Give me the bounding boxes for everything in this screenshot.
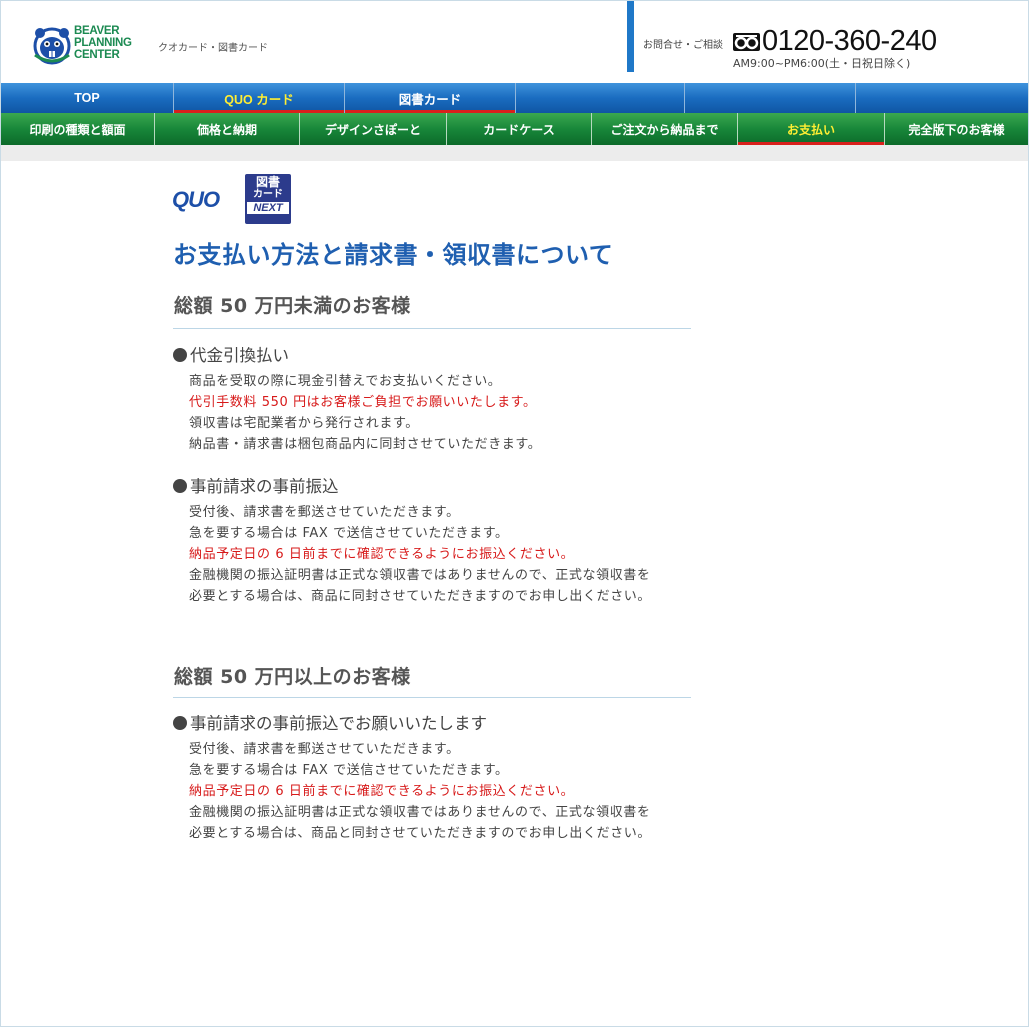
page-title: お支払い方法と請求書・領収書について xyxy=(173,241,614,269)
tosho-logo-line-3: NEXT xyxy=(247,202,289,214)
nav-subbar xyxy=(1,145,1028,161)
payment-note: 必要とする場合は、商品に同封させていただきますのでお申し出ください。 xyxy=(189,589,652,604)
top-nav-label: 図書カード xyxy=(398,92,462,107)
payment-method-title: 事前請求の事前振込でお願いいたします xyxy=(190,714,487,733)
section-nav-label: お支払い xyxy=(786,122,835,137)
logo-wordmark: BEAVER PLANNING CENTER xyxy=(74,25,132,61)
payment-note: 金融機関の振込証明書は正式な領収書ではありませんので、正式な領収書を xyxy=(189,805,651,820)
page-frame: BEAVER PLANNING CENTER クオカード・図書カード お問合せ・… xyxy=(0,0,1029,1027)
payment-note: 受付後、請求書を郵送させていただきます。 xyxy=(189,505,460,520)
top-nav-empty-2[interactable] xyxy=(685,83,856,113)
site-tagline: クオカード・図書カード xyxy=(158,43,268,54)
payment-note: 必要とする場合は、商品と同封させていただきますのでお申し出ください。 xyxy=(189,826,652,841)
section-nav-label: 印刷の種類と額面 xyxy=(29,122,126,137)
payment-note: 急を要する場合は FAX で送信させていただきます。 xyxy=(189,763,509,778)
payment-note: 商品を受取の際に現金引替えでお支払いください。 xyxy=(189,374,502,389)
section-nav-label: カードケース xyxy=(483,122,555,137)
payment-note-important: 代引手数料 550 円はお客様ご負担でお願いいたします。 xyxy=(189,395,537,410)
header-divider xyxy=(627,1,634,72)
logo-line-3: CENTER xyxy=(74,49,120,61)
payment-note: 急を要する場合は FAX で送信させていただきます。 xyxy=(189,526,509,541)
nav-card-case[interactable]: カードケース xyxy=(447,113,592,145)
nav-payment[interactable]: お支払い xyxy=(738,113,885,145)
section-nav-label: 価格と納期 xyxy=(196,122,257,137)
nav-order-flow[interactable]: ご注文から納品まで xyxy=(592,113,738,145)
section-nav-label: ご注文から納品まで xyxy=(610,122,719,137)
bullet-icon xyxy=(173,479,187,493)
payment-note: 受付後、請求書を郵送させていただきます。 xyxy=(189,742,460,757)
site-logo[interactable]: BEAVER PLANNING CENTER xyxy=(32,23,142,67)
top-nav-quo-card[interactable]: QUO カード xyxy=(174,83,345,113)
top-nav-empty-3[interactable] xyxy=(856,83,1028,113)
section-divider xyxy=(173,697,691,698)
payment-method-heading: 事前請求の事前振込 xyxy=(173,473,339,497)
payment-note: 納品書・請求書は梱包商品内に同封させていただきます。 xyxy=(189,437,542,452)
nav-design-support[interactable]: デザインさぽーと xyxy=(300,113,447,145)
beaver-logo-icon xyxy=(33,27,71,65)
top-nav-label: TOP xyxy=(74,91,100,105)
section-heading: 総額 50 万円未満のお客様 xyxy=(174,295,411,317)
payment-note: 金融機関の振込証明書は正式な領収書ではありませんので、正式な領収書を xyxy=(189,568,651,583)
site-header: BEAVER PLANNING CENTER クオカード・図書カード お問合せ・… xyxy=(1,1,1028,83)
top-nav-label: QUO カード xyxy=(224,92,294,107)
quo-logo: QUO xyxy=(172,187,220,212)
nav-print-types[interactable]: 印刷の種類と額面 xyxy=(1,113,155,145)
payment-note-important: 納品予定日の 6 日前までに確認できるようにお振込ください。 xyxy=(189,784,575,799)
tosho-logo-line-1: 図書 xyxy=(255,175,280,189)
payment-method-heading: 代金引換払い xyxy=(173,342,289,366)
section-nav-label: 完全版下のお客様 xyxy=(908,122,1005,137)
bullet-icon xyxy=(173,348,187,362)
top-nav-tosho-card[interactable]: 図書カード xyxy=(345,83,516,113)
free-dial-icon xyxy=(733,33,760,51)
tosho-logo-line-2: カード xyxy=(253,189,283,200)
section-nav: 印刷の種類と額面 価格と納期 デザインさぽーと カードケース ご注文から納品まで… xyxy=(1,113,1028,145)
business-hours: AM9:00~PM6:00(土・日祝日除く) xyxy=(733,57,911,70)
nav-final-copy[interactable]: 完全版下のお客様 xyxy=(885,113,1028,145)
bullet-icon xyxy=(173,716,187,730)
phone-number[interactable]: 0120-360-240 xyxy=(762,25,937,58)
top-nav-top[interactable]: TOP xyxy=(1,83,174,113)
logo-line-1: BEAVER xyxy=(74,25,120,37)
section-nav-label: デザインさぽーと xyxy=(324,122,421,137)
payment-note: 領収書は宅配業者から発行されます。 xyxy=(189,416,419,431)
payment-method-title: 事前請求の事前振込 xyxy=(190,477,339,496)
section-heading: 総額 50 万円以上のお客様 xyxy=(174,666,411,688)
tosho-card-next-logo: 図書 カード NEXT xyxy=(245,174,291,224)
nav-price-delivery[interactable]: 価格と納期 xyxy=(155,113,300,145)
top-nav: TOP QUO カード 図書カード xyxy=(1,83,1028,113)
payment-method-title: 代金引換払い xyxy=(190,346,289,365)
payment-note-important: 納品予定日の 6 日前までに確認できるようにお振込ください。 xyxy=(189,547,575,562)
top-nav-empty-1[interactable] xyxy=(516,83,685,113)
contact-label: お問合せ・ご相談 xyxy=(643,40,723,51)
logo-line-2: PLANNING xyxy=(74,37,132,49)
section-divider xyxy=(173,328,691,329)
payment-method-heading: 事前請求の事前振込でお願いいたします xyxy=(173,710,487,734)
